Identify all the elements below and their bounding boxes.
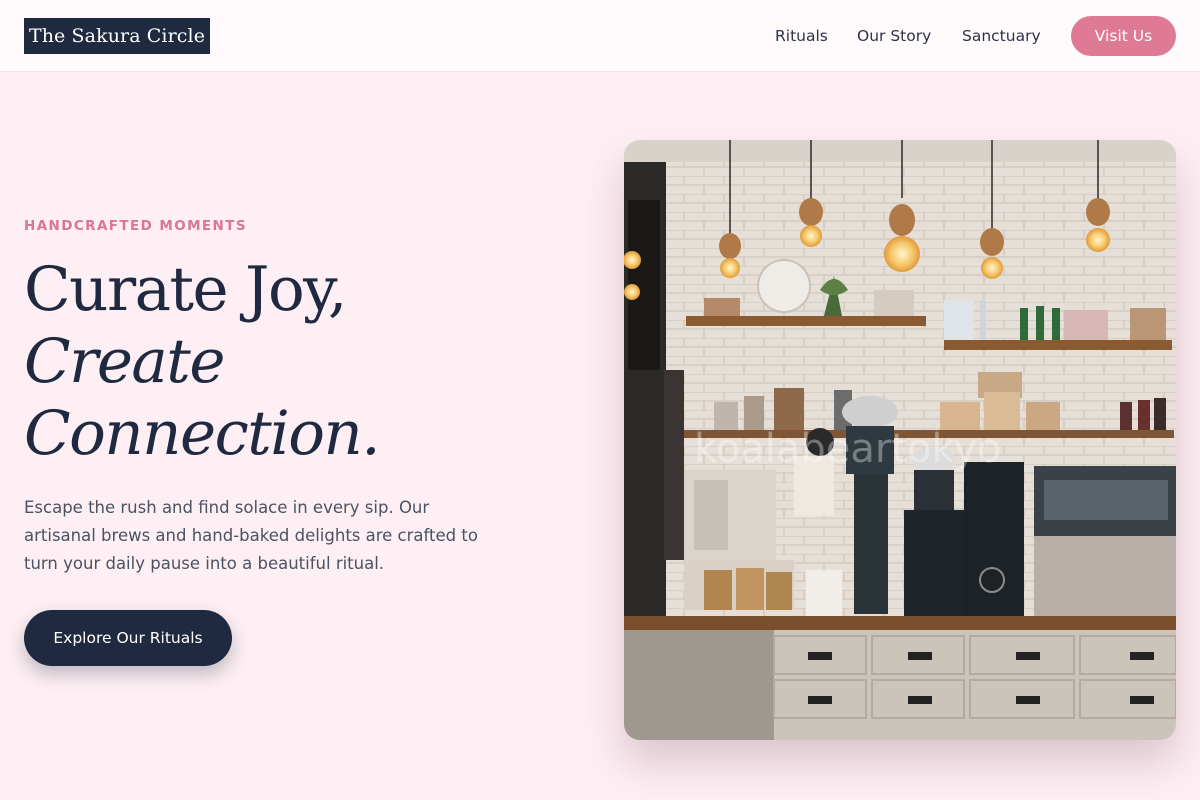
site-header: The Sakura Circle Rituals Our Story Sanc… xyxy=(0,0,1200,72)
hero-headline: Curate Joy, Create Connection. xyxy=(24,254,381,470)
headline-line-1: Curate Joy, xyxy=(24,254,347,325)
hero-eyebrow: HANDCRAFTED MOMENTS xyxy=(24,218,247,234)
explore-rituals-button[interactable]: Explore Our Rituals xyxy=(24,610,232,666)
image-watermark: koalabeartokyo xyxy=(694,426,1001,472)
nav-link-rituals[interactable]: Rituals xyxy=(775,0,828,72)
headline-line-3: Connection. xyxy=(24,398,381,469)
cafe-interior-image: koalabeartokyo xyxy=(624,140,1176,740)
headline-line-2: Create xyxy=(24,326,225,397)
hero-description: Escape the rush and find solace in every… xyxy=(24,498,478,573)
nav-link-sanctuary[interactable]: Sanctuary xyxy=(962,0,1041,72)
visit-us-button[interactable]: Visit Us xyxy=(1071,16,1176,56)
nav-link-our-story[interactable]: Our Story xyxy=(857,0,931,72)
site-logo[interactable]: The Sakura Circle xyxy=(24,18,210,54)
